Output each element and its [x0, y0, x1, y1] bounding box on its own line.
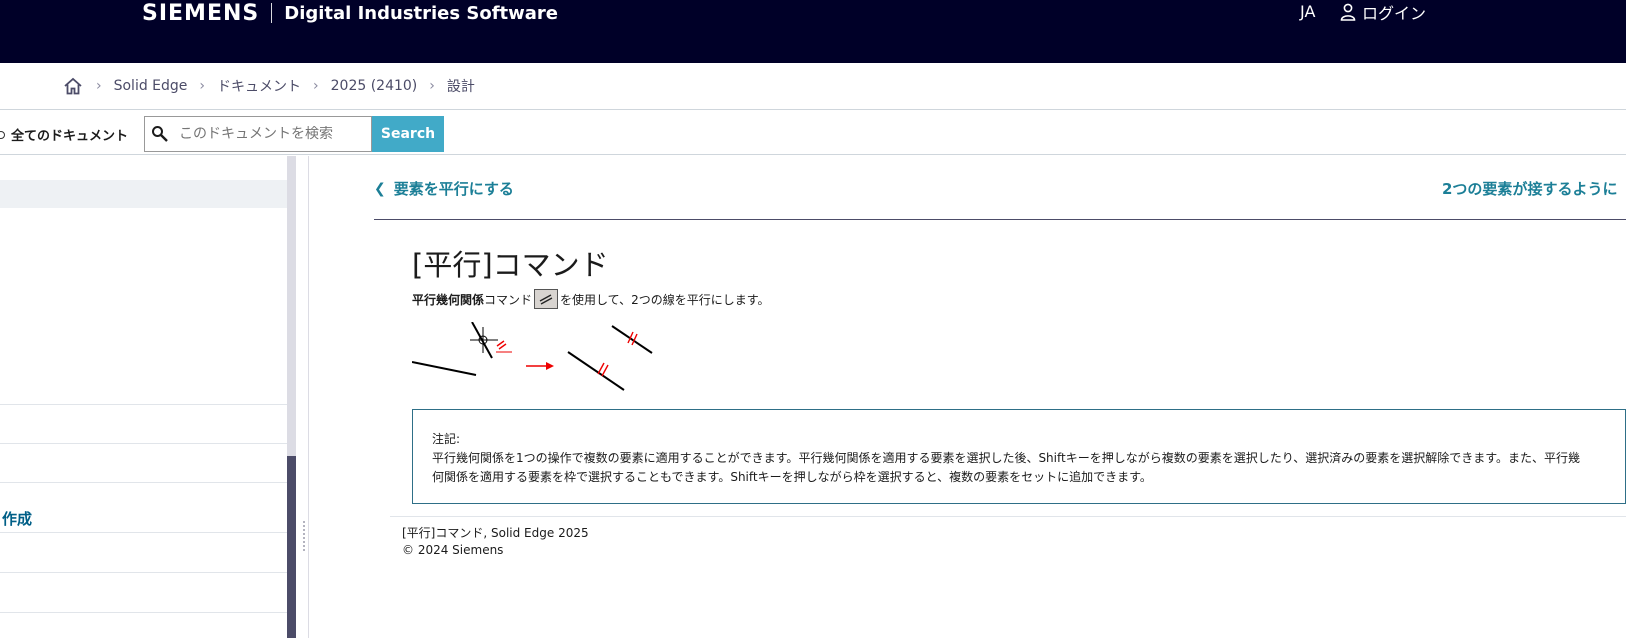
parallel-illustration	[412, 322, 653, 391]
chevron-right-icon: ›	[199, 78, 206, 94]
breadcrumb-item-design[interactable]: 設計	[447, 76, 475, 96]
chevron-right-icon: ›	[429, 78, 435, 94]
note-box: 注記: 平行幾何関係を1つの操作で複数の要素に適用することができます。平行幾何関…	[412, 409, 1626, 504]
language-selector[interactable]: JA	[1300, 2, 1315, 21]
search-scope-label: 全てのドキュメント	[11, 129, 129, 144]
search-field[interactable]	[144, 116, 372, 152]
drag-handle-icon[interactable]	[302, 520, 306, 552]
search-icon	[152, 126, 168, 142]
previous-topic-label: 要素を平行にする	[393, 180, 514, 198]
search-scope-option[interactable]: 全てのドキュメント	[0, 125, 128, 144]
relationship-name: 平行幾何関係	[412, 292, 485, 307]
brand-divider	[271, 3, 273, 23]
footer-copyright: © 2024 Siemens	[402, 543, 504, 557]
chevron-left-icon: ❮	[374, 180, 386, 197]
previous-topic-link[interactable]: ❮ 要素を平行にする	[374, 178, 514, 199]
search-input[interactable]	[179, 126, 359, 142]
breadcrumb-item-version[interactable]: 2025 (2410)	[331, 78, 418, 94]
breadcrumb-item-solid-edge[interactable]: Solid Edge	[114, 78, 188, 94]
site-header: SIEMENS Digital Industries Software JA ロ…	[0, 0, 1626, 63]
search-bar: 全てのドキュメント Search	[0, 111, 1626, 155]
topic-navigation: ❮ 要素を平行にする 2つの要素が接するように	[374, 178, 1626, 220]
login-label: ログイン	[1362, 4, 1427, 23]
toc-item-selected[interactable]	[0, 180, 287, 208]
command-description: 平行幾何関係 コマンド を使用して、2つの線を平行にします。	[412, 289, 770, 309]
search-button[interactable]: Search	[372, 116, 444, 152]
sidebar-scrollbar-thumb[interactable]	[287, 456, 296, 638]
chevron-right-icon: ›	[313, 78, 319, 94]
toc-sidebar: 作成	[0, 156, 287, 638]
breadcrumb-item-documents[interactable]: ドキュメント	[217, 76, 301, 96]
radio-icon[interactable]	[0, 130, 5, 139]
toc-divider	[0, 443, 287, 444]
chevron-right-icon: ›	[96, 78, 102, 94]
desc-tail: を使用して、2つの線を平行にします。	[560, 292, 770, 307]
toc-divider	[0, 404, 287, 405]
siemens-logo[interactable]: SIEMENS	[142, 1, 259, 26]
login-button[interactable]: ログイン	[1340, 0, 1426, 24]
pane-splitter[interactable]	[299, 156, 309, 638]
user-icon	[1340, 3, 1356, 21]
footer-topic-info: [平行]コマンド, Solid Edge 2025	[402, 526, 589, 540]
toc-divider	[0, 532, 287, 533]
note-text: 平行幾何関係を1つの操作で複数の要素に適用することができます。平行幾何関係を適用…	[432, 451, 1581, 484]
toc-item-create[interactable]: 作成	[2, 508, 32, 529]
desc-command-word: コマンド	[484, 292, 533, 307]
toc-divider	[0, 572, 287, 573]
parallel-command-icon	[534, 289, 559, 309]
next-topic-link[interactable]: 2つの要素が接するように	[1442, 178, 1617, 199]
brand[interactable]: SIEMENS Digital Industries Software	[142, 0, 558, 26]
breadcrumb: › Solid Edge › ドキュメント › 2025 (2410) › 設計	[0, 63, 1626, 110]
page-title: [平行]コマンド	[412, 248, 609, 282]
product-name[interactable]: Digital Industries Software	[284, 3, 558, 24]
home-icon[interactable]	[62, 75, 84, 97]
note-heading: 注記:	[432, 432, 461, 446]
toc-divider	[0, 482, 287, 483]
toc-divider	[0, 612, 287, 613]
footer-divider	[390, 516, 1626, 517]
